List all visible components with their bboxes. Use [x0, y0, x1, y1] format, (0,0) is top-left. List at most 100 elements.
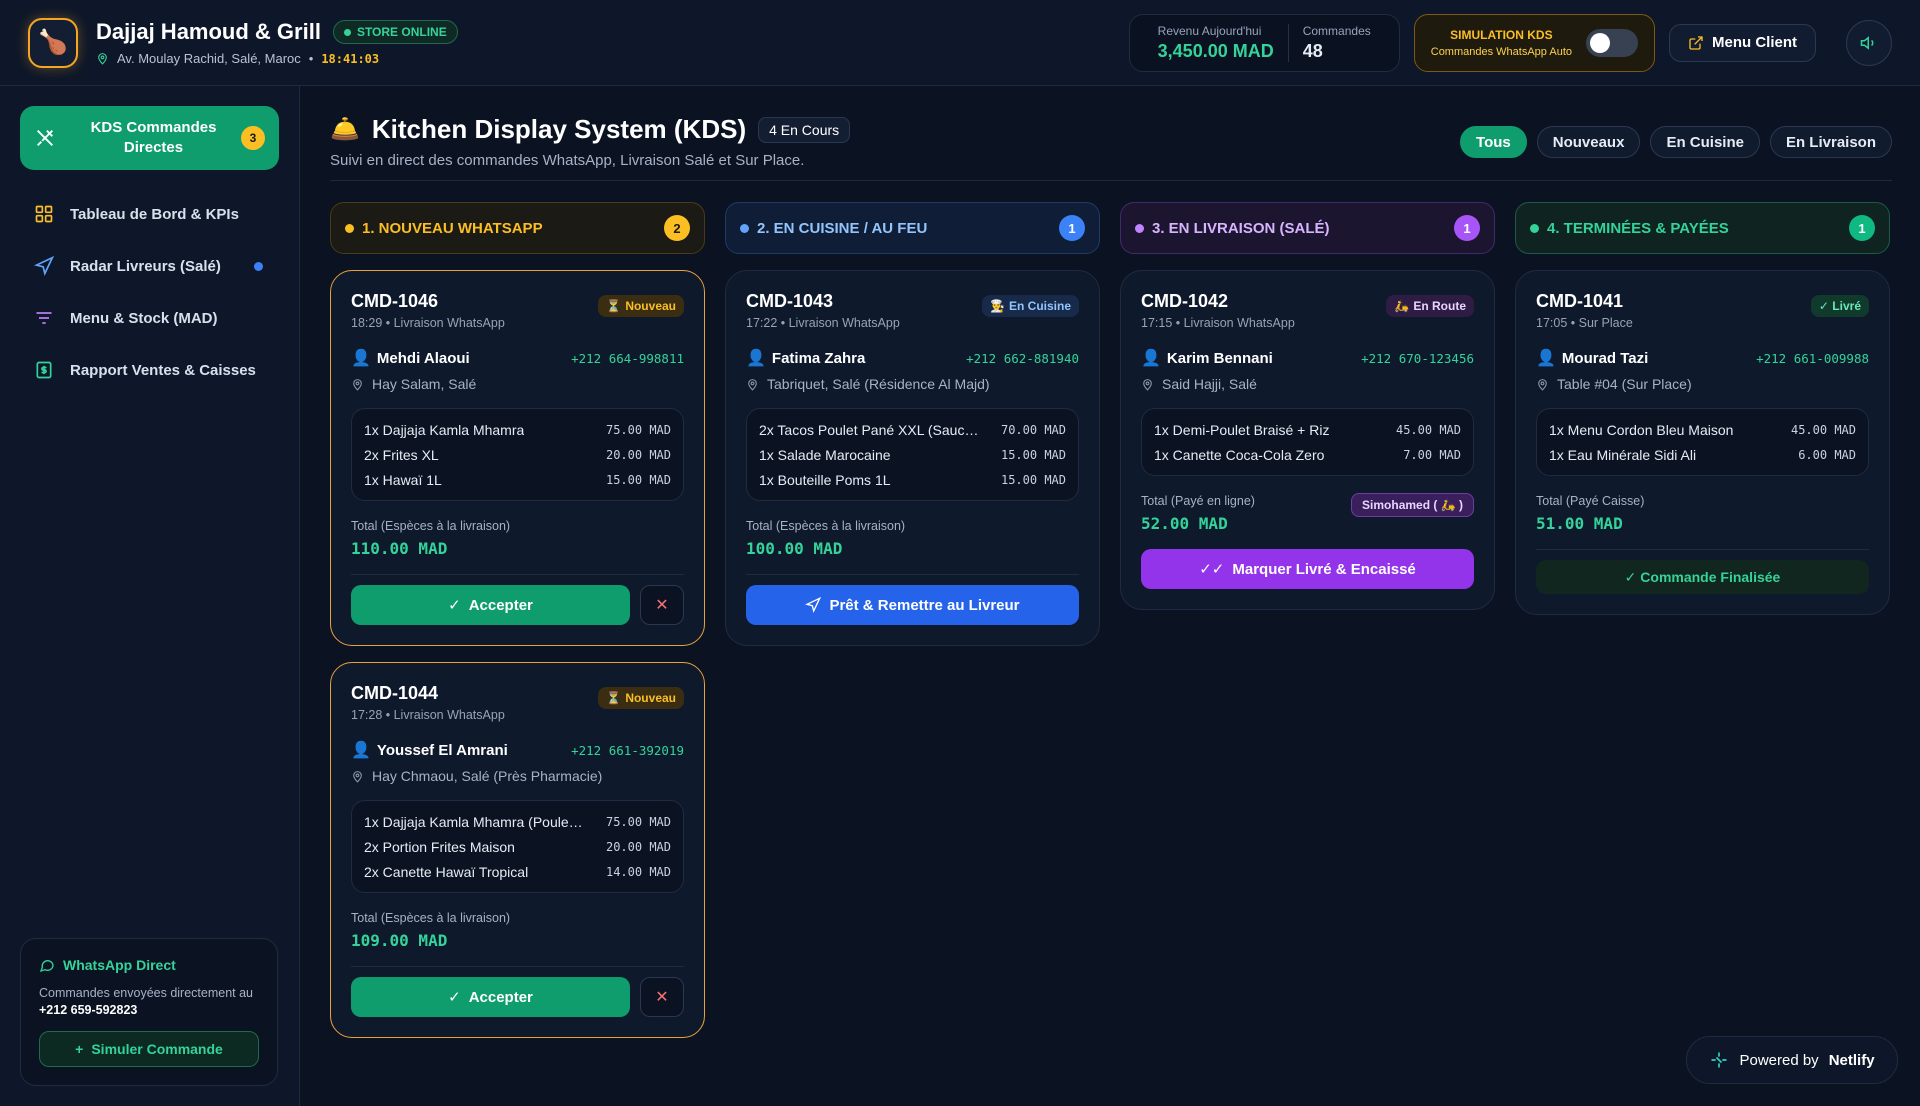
item-name: 2x Portion Frites Maison: [364, 838, 515, 855]
sidebar-item-dashboard[interactable]: Tableau de Bord & KPIs: [20, 188, 279, 240]
restaurant-logo: 🍗: [28, 17, 78, 68]
column-dot: [1135, 223, 1144, 233]
check-icon: ✓: [448, 597, 461, 614]
filter-kitchen[interactable]: En Cuisine: [1650, 126, 1760, 158]
sound-toggle-button[interactable]: [1846, 19, 1892, 66]
column-count: 1: [1454, 215, 1480, 241]
list-item: 2x Portion Frites Maison 20.00 MAD: [364, 834, 671, 859]
accept-button[interactable]: ✓ Accepter: [351, 585, 630, 625]
column-title: 3. EN LIVRAISON (SALÉ): [1152, 219, 1330, 237]
total-label: Total (Espèces à la livraison): [351, 519, 511, 533]
filter-tabs: Tous Nouveaux En Cuisine En Livraison: [1460, 126, 1892, 158]
total-value: 52.00 MAD: [1141, 514, 1228, 533]
column-header: 4. TERMINÉES & PAYÉES 1: [1515, 202, 1890, 254]
accept-label: Accepter: [468, 988, 533, 1006]
simulation-toggle[interactable]: [1586, 28, 1638, 57]
orders-label: Commandes: [1302, 23, 1371, 38]
page-subtitle: Suivi en direct des commandes WhatsApp, …: [330, 152, 805, 169]
column-header: 1. NOUVEAU WHATSAPP 2: [330, 202, 705, 254]
user-icon: 👤: [1536, 350, 1556, 367]
list-item: 2x Tacos Poulet Pané XXL (Sauce Algérien…: [759, 417, 1066, 442]
plus-icon: +: [75, 1041, 84, 1057]
close-icon: ✕: [655, 989, 669, 1006]
sidebar-item-menu-stock[interactable]: Menu & Stock (MAD): [20, 292, 279, 344]
reject-button[interactable]: ✕: [640, 977, 684, 1017]
header-divider: [330, 180, 1892, 181]
user-icon: 👤: [351, 742, 371, 759]
filter-all[interactable]: Tous: [1460, 126, 1527, 158]
today-stats: Revenu Aujourd'hui 3,450.00 MAD Commande…: [1128, 13, 1400, 72]
sidebar-item-reports[interactable]: Rapport Ventes & Caisses: [20, 344, 279, 396]
order-id: CMD-1042: [1141, 291, 1229, 311]
speaker-icon: [1860, 35, 1874, 50]
filter-icon: [36, 312, 52, 324]
column-header: 3. EN LIVRAISON (SALÉ) 1: [1120, 202, 1495, 254]
customer-phone[interactable]: +212 664-998811: [571, 351, 684, 366]
customer-name: Fatima Zahra: [771, 349, 866, 367]
item-name: 2x Tacos Poulet Pané XXL (Sauce Algérien…: [759, 421, 979, 438]
sidebar-item-radar[interactable]: Radar Livreurs (Salé): [20, 240, 279, 292]
sidebar-item-label: Tableau de Bord & KPIs: [70, 205, 239, 223]
customer-phone[interactable]: +212 670-123456: [1361, 351, 1474, 366]
user-icon: 👤: [1141, 350, 1161, 367]
customer-address: Said Hajji, Salé: [1162, 376, 1257, 392]
reject-button[interactable]: ✕: [640, 585, 684, 625]
customer-phone[interactable]: +212 661-009988: [1756, 351, 1869, 366]
menu-client-button[interactable]: Menu Client: [1669, 23, 1816, 62]
column-in-delivery: 3. EN LIVRAISON (SALÉ) 1 CMD-1042 17:15 …: [1120, 202, 1495, 610]
order-id: CMD-1046: [351, 291, 439, 311]
filter-delivery[interactable]: En Livraison: [1769, 126, 1892, 158]
column-title: 4. TERMINÉES & PAYÉES: [1547, 219, 1729, 237]
sidebar-item-kds[interactable]: KDS Commandes Directes 3: [20, 106, 279, 170]
accept-label: Accepter: [468, 596, 533, 614]
total-value: 109.00 MAD: [351, 931, 448, 950]
order-card: CMD-1041 17:05 • Sur Place ✓ Livré 👤 Mou…: [1515, 270, 1890, 615]
item-name: 1x Salade Marocaine: [759, 446, 891, 463]
customer-name: Mehdi Alaoui: [376, 349, 470, 367]
customer-phone[interactable]: +212 661-392019: [571, 743, 684, 758]
customer-phone[interactable]: +212 662-881940: [966, 351, 1079, 366]
order-card: CMD-1042 17:15 • Livraison WhatsApp 🛵 En …: [1120, 270, 1495, 610]
status-text: En Cuisine: [1008, 299, 1071, 313]
item-price: 45.00 MAD: [1790, 422, 1856, 437]
list-item: 2x Canette Hawaï Tropical 14.00 MAD: [364, 859, 671, 884]
total-label: Total (Espèces à la livraison): [746, 519, 906, 533]
online-dot: [343, 28, 351, 36]
item-price: 75.00 MAD: [605, 814, 671, 829]
filter-new[interactable]: Nouveaux: [1536, 126, 1641, 158]
item-price: 45.00 MAD: [1395, 422, 1461, 437]
list-item: 1x Demi-Poulet Braisé + Riz 45.00 MAD: [1154, 417, 1461, 442]
list-item: 1x Menu Cordon Bleu Maison 45.00 MAD: [1549, 417, 1856, 442]
accept-button[interactable]: ✓ Accepter: [351, 977, 630, 1017]
simulate-order-label: Simuler Commande: [91, 1041, 223, 1057]
toggle-knob: [1590, 32, 1610, 53]
column-count: 2: [664, 215, 690, 241]
page-title: Kitchen Display System (KDS): [371, 114, 747, 144]
grid-icon: [35, 205, 53, 223]
simulation-subtitle: Commandes WhatsApp Auto: [1430, 45, 1572, 58]
mark-delivered-button[interactable]: ✓✓ Marquer Livré & Encaissé: [1141, 549, 1474, 589]
card-divider: [351, 574, 684, 575]
app-header: 🍗 Dajjaj Hamoud & Grill STORE ONLINE Av.…: [0, 0, 1920, 86]
list-item: 2x Frites XL 20.00 MAD: [364, 442, 671, 467]
status-text: En Route: [1413, 299, 1466, 313]
store-status-text: STORE ONLINE: [356, 25, 447, 39]
bell-icon: 🛎️: [330, 116, 360, 143]
column-completed: 4. TERMINÉES & PAYÉES 1 CMD-1041 17:05 •…: [1515, 202, 1890, 615]
hourglass-icon: ⏳: [606, 691, 622, 705]
item-price: 7.00 MAD: [1403, 447, 1461, 462]
status-badge: 🛵 En Route: [1386, 295, 1474, 317]
item-price: 15.00 MAD: [1000, 472, 1066, 487]
whatsapp-number: +212 659-592823: [39, 1003, 138, 1017]
order-items: 1x Demi-Poulet Braisé + Riz 45.00 MAD 1x …: [1141, 408, 1474, 476]
revenue-label: Revenu Aujourd'hui: [1157, 23, 1262, 38]
ready-handoff-button[interactable]: Prêt & Remettre au Livreur: [746, 585, 1079, 625]
simulate-order-button[interactable]: + Simuler Commande: [39, 1031, 259, 1067]
card-divider: [351, 966, 684, 967]
total-label: Total (Espèces à la livraison): [351, 911, 511, 925]
navigation-icon: [34, 256, 54, 276]
order-finalized-label: ✓ Commande Finalisée: [1536, 560, 1869, 594]
sidebar-item-label: Rapport Ventes & Caisses: [70, 361, 256, 379]
restaurant-name: Dajjaj Hamoud & Grill: [96, 19, 321, 44]
powered-by-netlify[interactable]: Powered by Netlify: [1686, 1036, 1898, 1084]
